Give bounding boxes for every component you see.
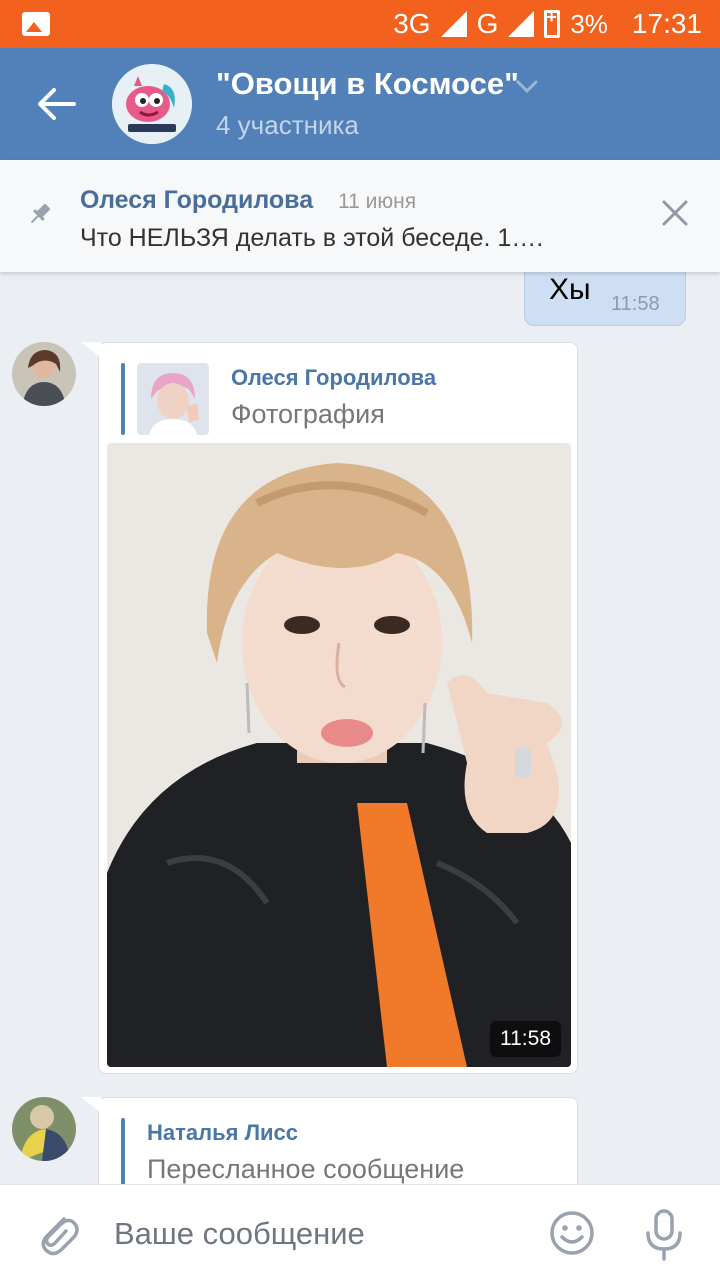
network-type-label-2: G xyxy=(476,8,499,39)
forward-bar xyxy=(121,1118,125,1188)
chat-title[interactable]: "Овощи в Космосе" xyxy=(216,66,519,102)
photo-time: 11:58 xyxy=(490,1021,561,1057)
sender-avatar-image xyxy=(12,1097,76,1161)
pinned-date: 11 июня xyxy=(338,190,417,213)
message-time: 11:58 xyxy=(611,293,660,315)
photo-image xyxy=(107,443,571,1067)
status-indicators: 3G G 3% 17:31 xyxy=(393,6,702,42)
photo-attachment[interactable]: 11:58 xyxy=(107,443,571,1067)
clock: 17:31 xyxy=(631,8,702,39)
status-bar: 3G G 3% 17:31 xyxy=(0,0,720,48)
paperclip-icon[interactable] xyxy=(34,1209,80,1257)
emoji-icon[interactable] xyxy=(548,1209,596,1257)
bubble-tail xyxy=(81,342,101,358)
sender-avatar[interactable] xyxy=(12,342,76,406)
message-composer xyxy=(0,1184,720,1280)
message-input[interactable] xyxy=(114,1211,514,1257)
forward-bar xyxy=(121,363,125,435)
sender-avatar[interactable] xyxy=(12,1097,76,1161)
signal-icon xyxy=(440,11,467,37)
forwarded-type: Пересланное сообщение xyxy=(147,1154,465,1184)
close-icon[interactable] xyxy=(660,198,690,228)
pin-icon xyxy=(30,203,51,224)
bubble-tail xyxy=(81,1097,101,1113)
microphone-icon[interactable] xyxy=(642,1207,686,1261)
pinned-message[interactable]: Олеся Городилова 11 июня Что НЕЛЬЗЯ дела… xyxy=(0,160,720,272)
chat-avatar[interactable] xyxy=(112,64,192,144)
image-notification-icon xyxy=(22,12,50,36)
network-type-label: 3G xyxy=(393,8,431,39)
chat-header: "Овощи в Космосе" 4 участника xyxy=(0,48,720,160)
battery-percent: 3% xyxy=(570,8,608,39)
sender-avatar-image xyxy=(12,342,76,406)
message-text: Хы xyxy=(549,273,591,306)
signal-icon-2 xyxy=(508,11,535,37)
battery-icon xyxy=(544,7,561,38)
forwarded-type: Фотография xyxy=(231,399,385,429)
forward-thumbnail[interactable] xyxy=(137,363,209,435)
forwarded-author[interactable]: Олеся Городилова xyxy=(231,365,436,391)
back-button[interactable] xyxy=(26,76,86,132)
forwarded-message-card[interactable]: Олеся Городилова Фотография 11:58 xyxy=(81,342,578,1074)
pinned-author: Олеся Городилова xyxy=(80,186,314,214)
chevron-down-icon[interactable] xyxy=(516,80,538,94)
pinned-text: Что НЕЛЬЗЯ делать в этой беседе. 1…. xyxy=(80,224,544,252)
participants-count[interactable]: 4 участника xyxy=(216,110,359,141)
thumbnail-image xyxy=(137,363,209,435)
arrow-left-icon xyxy=(38,88,76,120)
forwarded-author[interactable]: Наталья Лисс xyxy=(147,1120,298,1146)
chat-avatar-image xyxy=(112,64,192,144)
